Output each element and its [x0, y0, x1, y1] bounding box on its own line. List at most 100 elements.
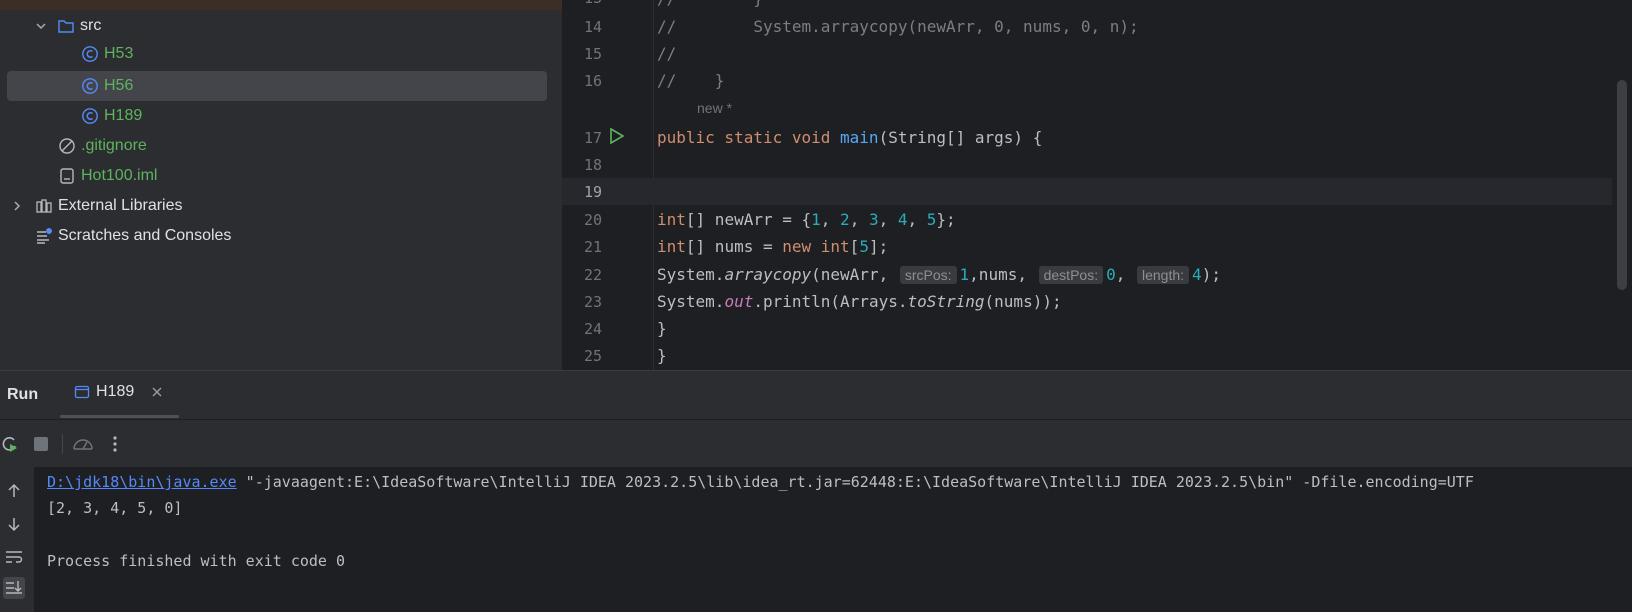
- scratches-icon: [37, 228, 52, 244]
- code-line[interactable]: 21 int[] nums = new int[5];: [562, 233, 1612, 260]
- tab-h189[interactable]: H189: [74, 383, 164, 401]
- tree-item-label: H53: [104, 45, 134, 62]
- code-text: int[] newArr = {1, 2, 3, 4, 5};: [657, 210, 956, 229]
- rerun-icon: [2, 437, 17, 452]
- console-output-line: [2, 3, 4, 5, 0]: [47, 499, 183, 517]
- more-vertical-icon: [113, 436, 117, 452]
- profiler-button[interactable]: [72, 434, 94, 454]
- arrow-up-icon: [8, 483, 20, 497]
- tree-item-label: .gitignore: [81, 137, 147, 154]
- rerun-button[interactable]: [0, 434, 20, 454]
- line-number: 16: [583, 71, 602, 90]
- line-number: 19: [583, 182, 602, 201]
- console-side-toolbar: [0, 467, 34, 612]
- more-options-button[interactable]: [105, 434, 125, 454]
- code-text: int[] nums = new int[5];: [657, 237, 889, 256]
- code-line[interactable]: 23 System.out.println(Arrays.toString(nu…: [562, 288, 1612, 315]
- tree-item-label: Hot100.iml: [81, 167, 158, 184]
- tree-item-src[interactable]: src: [0, 11, 562, 41]
- code-text: System.out.println(Arrays.toString(nums)…: [657, 292, 1062, 311]
- chevron-down-icon[interactable]: [33, 18, 49, 34]
- console-exit-line: Process finished with exit code 0: [47, 552, 346, 570]
- tree-item-label: H189: [104, 107, 143, 124]
- tree-item-h189[interactable]: H189: [0, 101, 562, 131]
- line-number: 21: [583, 237, 602, 256]
- console-command-line: D:\jdk18\bin\java.exe "-javaagent:E:\Ide…: [47, 473, 1474, 491]
- arrow-down-icon: [8, 518, 20, 532]
- java-class-icon: [82, 108, 98, 124]
- run-config-icon: [74, 385, 90, 399]
- gauge-icon: [73, 439, 93, 450]
- code-text: }: [657, 319, 667, 338]
- line-number: 14: [583, 17, 602, 36]
- code-text: // System.arraycopy(newArr, 0, nums, 0, …: [657, 17, 1139, 36]
- code-text: }: [657, 346, 667, 365]
- source-folder-icon: [58, 20, 74, 33]
- tab-label: H189: [96, 383, 135, 400]
- tree-item-label: External Libraries: [58, 197, 183, 214]
- line-number: 25: [583, 346, 602, 365]
- code-line[interactable]: 17 public static void main(String[] args…: [562, 124, 1612, 151]
- tree-item-label: src: [80, 17, 102, 34]
- code-line[interactable]: 25 }: [562, 342, 1612, 369]
- run-toolbar: [0, 419, 1632, 467]
- tree-item-h53[interactable]: H53: [0, 39, 562, 69]
- code-text: public static void main(String[] args) {: [657, 128, 1043, 147]
- java-exe-link[interactable]: D:\jdk18\bin\java.exe: [47, 473, 237, 491]
- line-number: 20: [583, 210, 602, 229]
- code-line[interactable]: 15 //: [562, 40, 1612, 67]
- line-number: 15: [583, 44, 602, 63]
- java-class-icon: [82, 46, 98, 62]
- console-output[interactable]: D:\jdk18\bin\java.exe "-javaagent:E:\Ide…: [34, 467, 1632, 612]
- project-tool-window: src H53 H56 H189 .gitignore Hot100.iml E…: [0, 0, 562, 370]
- tree-item-scratches[interactable]: Scratches and Consoles: [0, 221, 562, 251]
- author-inlay-hint[interactable]: new *: [697, 100, 732, 116]
- tree-item-label: H56: [104, 77, 134, 94]
- code-line[interactable]: 14 // System.arraycopy(newArr, 0, nums, …: [562, 13, 1612, 40]
- command-args: "-javaagent:E:\IdeaSoftware\IntelliJ IDE…: [236, 473, 1474, 491]
- line-number: 17: [583, 128, 602, 147]
- code-text: //: [657, 44, 677, 63]
- code-line[interactable]: 24 }: [562, 315, 1612, 342]
- parameter-hint: length:: [1137, 266, 1190, 284]
- tree-item-gitignore[interactable]: .gitignore: [0, 131, 562, 161]
- line-number: 24: [583, 319, 602, 338]
- out-folder-row-partial[interactable]: [0, 0, 562, 10]
- line-number: 23: [583, 292, 602, 311]
- scroll-to-end-button[interactable]: [3, 577, 25, 599]
- run-title: Run: [7, 386, 39, 403]
- parameter-hint: destPos:: [1038, 266, 1104, 284]
- tree-item-hot100-iml[interactable]: Hot100.iml: [0, 161, 562, 191]
- chevron-right-icon[interactable]: [9, 198, 25, 214]
- code-line-current[interactable]: 19: [562, 178, 1612, 205]
- tab-selected-indicator: [60, 415, 179, 418]
- libraries-icon: [36, 199, 52, 213]
- stop-icon: [34, 437, 48, 451]
- soft-wrap-icon: [6, 551, 23, 563]
- stop-button[interactable]: [31, 434, 51, 454]
- code-line[interactable]: 18: [562, 151, 1612, 178]
- tree-item-h56[interactable]: H56: [0, 71, 562, 101]
- ignore-file-icon: [59, 138, 75, 154]
- code-text: // }: [657, 71, 725, 90]
- parameter-hint: srcPos:: [899, 266, 957, 284]
- module-file-icon: [60, 168, 74, 184]
- scroll-down-button[interactable]: [3, 513, 25, 535]
- tree-item-label: Scratches and Consoles: [58, 227, 232, 244]
- run-main-icon[interactable]: [607, 127, 625, 145]
- line-number: 18: [583, 155, 602, 174]
- editor-scrollbar[interactable]: [1617, 80, 1627, 290]
- scroll-to-end-icon: [6, 581, 22, 594]
- code-line[interactable]: 16 // }: [562, 67, 1612, 94]
- close-icon[interactable]: [150, 385, 164, 399]
- scroll-up-button[interactable]: [3, 480, 25, 502]
- line-number: 22: [583, 265, 602, 284]
- run-tool-window-header: Run H189: [0, 371, 1632, 419]
- code-line[interactable]: 20 int[] newArr = {1, 2, 3, 4, 5};: [562, 206, 1612, 233]
- tree-item-external-libraries[interactable]: External Libraries: [0, 191, 562, 221]
- java-class-icon: [82, 78, 98, 94]
- code-editor[interactable]: 13 // } 14 // System.arraycopy(newArr, 0…: [562, 0, 1632, 370]
- toolbar-separator: [62, 434, 63, 454]
- code-line[interactable]: 22 System.arraycopy(newArr, srcPos: 1,num…: [562, 261, 1612, 288]
- soft-wrap-button[interactable]: [3, 546, 25, 568]
